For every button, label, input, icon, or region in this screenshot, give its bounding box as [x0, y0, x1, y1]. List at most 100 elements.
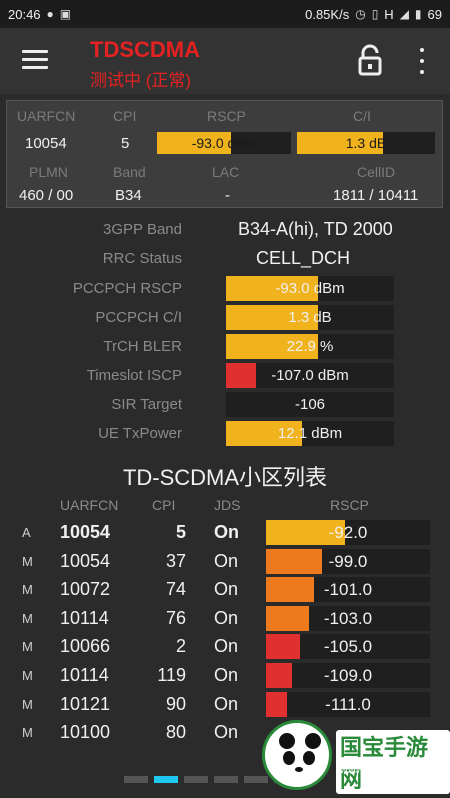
cell-rscp: -99.0: [328, 552, 368, 571]
app-bar: TDSCDMA 测试中 (正常): [0, 28, 450, 94]
detail-value: 12.1 dBm: [277, 425, 343, 442]
cell-cpi: 90: [165, 694, 186, 714]
detail-label: PCCPCH C/I: [95, 309, 182, 326]
cell-rscp-bar: -92.0: [266, 520, 430, 545]
cell-rscp-bar: -101.0: [266, 577, 430, 602]
watermark-url: www.GB315.com: [340, 764, 425, 776]
battery-level: 69: [427, 6, 442, 22]
detail-label: Timeslot ISCP: [86, 367, 182, 384]
cell-cpi: 76: [165, 608, 186, 628]
cell-rscp-bar: -99.0: [266, 549, 430, 574]
cell-rscp-bar: -103.0: [266, 606, 430, 631]
detail-bar: -93.0 dBm: [226, 276, 394, 301]
uarfcn-value: 10054: [25, 135, 67, 152]
plmn-value: 460 / 00: [19, 187, 74, 204]
detail-label: SIR Target: [111, 396, 182, 413]
cellid-header: CellID: [357, 164, 396, 180]
cell-jds: On: [214, 551, 239, 571]
page-dot[interactable]: [124, 776, 148, 783]
lac-value: -: [225, 187, 230, 204]
detail-label: RRC Status: [102, 250, 182, 267]
cpi-value: 5: [121, 135, 130, 152]
band-value: B34: [115, 187, 142, 204]
cellid-value: 1811 / 10411: [333, 187, 419, 204]
lac-header: LAC: [212, 164, 240, 180]
cell-cpi: 119: [157, 665, 186, 685]
cpi-column-header: CPI: [152, 497, 176, 513]
lock-icon[interactable]: [356, 44, 384, 76]
jds-column-header: JDS: [214, 497, 241, 513]
network-type: H: [384, 6, 394, 22]
cell-jds: On: [214, 579, 239, 599]
rscp-column-header: RSCP: [330, 497, 369, 513]
page-dot[interactable]: [184, 776, 208, 783]
cell-rscp: -109.0: [323, 666, 373, 685]
detail-value: B34-A(hi), TD 2000: [238, 219, 393, 239]
cell-rscp-bar: -105.0: [266, 634, 430, 659]
rscp-bar: -93.0 dBm: [157, 132, 291, 154]
band-header: Band: [113, 164, 146, 180]
cell-jds: On: [214, 522, 239, 542]
cell-cpi: 5: [175, 522, 186, 542]
detail-bar: 1.3 dB: [226, 305, 394, 330]
detail-value: -106: [294, 396, 326, 413]
clock: 20:46: [8, 6, 41, 22]
cell-jds: On: [214, 665, 239, 685]
vibrate-icon: ▯: [371, 7, 379, 21]
ci-header: C/I: [353, 108, 371, 124]
wechat-icon: ●: [46, 7, 54, 21]
rscp-value: -93.0 dBm: [191, 135, 257, 151]
watermark-name: 国宝手游网: [336, 730, 450, 794]
detail-value: -93.0 dBm: [275, 280, 345, 297]
watermark: 国宝手游网 www.GB315.com: [250, 718, 450, 798]
cell-rscp: -92.0: [328, 523, 368, 542]
detail-value: -107.0 dBm: [271, 367, 349, 384]
serving-cell-summary: UARFCN CPI RSCP C/I 10054 5 -93.0 dBm 1.…: [6, 100, 443, 208]
detail-value: 1.3 dB: [288, 309, 332, 326]
page-dot[interactable]: [214, 776, 238, 783]
detail-label: PCCPCH RSCP: [72, 280, 182, 297]
cell-cpi: 37: [165, 551, 186, 571]
page-dot[interactable]: [154, 776, 178, 783]
detail-bar: 12.1 dBm: [226, 421, 394, 446]
cell-jds: On: [214, 694, 239, 714]
cell-rscp-bar: -111.0: [266, 692, 430, 717]
detail-bar: -106: [226, 392, 394, 417]
plmn-header: PLMN: [29, 164, 68, 180]
app-title: TDSCDMA: [90, 37, 200, 62]
signal-icon: ◢: [399, 7, 409, 21]
more-vert-icon[interactable]: [412, 46, 432, 76]
uarfcn-header: UARFCN: [17, 108, 76, 124]
detail-label: UE TxPower: [98, 425, 182, 442]
uarfcn-column-header: UARFCN: [60, 497, 119, 513]
detail-bar: 22.9 %: [226, 334, 394, 359]
detail-label: TrCH BLER: [103, 338, 182, 355]
cell-jds: On: [214, 608, 239, 628]
cell-rscp: -103.0: [323, 609, 373, 628]
alarm-icon: ◷: [355, 7, 366, 21]
cell-jds: On: [214, 636, 239, 656]
ci-value: 1.3 dB: [345, 135, 387, 151]
cell-list-title: TD-SCDMA小区列表: [122, 465, 328, 490]
detail-value: 22.9 %: [286, 338, 334, 355]
detail-bar: -107.0 dBm: [226, 363, 394, 388]
status-bar: 20:46 ● ▣ 0.85K/s ◷ ▯ H ◢ ▮ 69: [0, 0, 450, 28]
image-icon: ▣: [59, 7, 72, 21]
cell-cpi: 80: [165, 722, 186, 742]
cell-cpi: 2: [175, 636, 186, 656]
cell-cpi: 74: [165, 579, 186, 599]
cell-jds: On: [214, 722, 239, 742]
detail-value: CELL_DCH: [256, 248, 351, 268]
network-speed: 0.85K/s: [305, 6, 350, 22]
cell-rscp: -101.0: [323, 580, 373, 599]
rscp-header: RSCP: [207, 108, 246, 124]
detail-label: 3GPP Band: [103, 221, 182, 238]
cell-rscp: -111.0: [325, 695, 371, 714]
test-status: 测试中 (正常): [90, 71, 192, 90]
menu-icon[interactable]: [22, 50, 48, 70]
cpi-header: CPI: [113, 108, 137, 124]
battery-icon: ▮: [414, 7, 422, 21]
panda-logo-icon: [262, 720, 332, 790]
cell-rscp-bar: -109.0: [266, 663, 430, 688]
ci-bar: 1.3 dB: [297, 132, 435, 154]
